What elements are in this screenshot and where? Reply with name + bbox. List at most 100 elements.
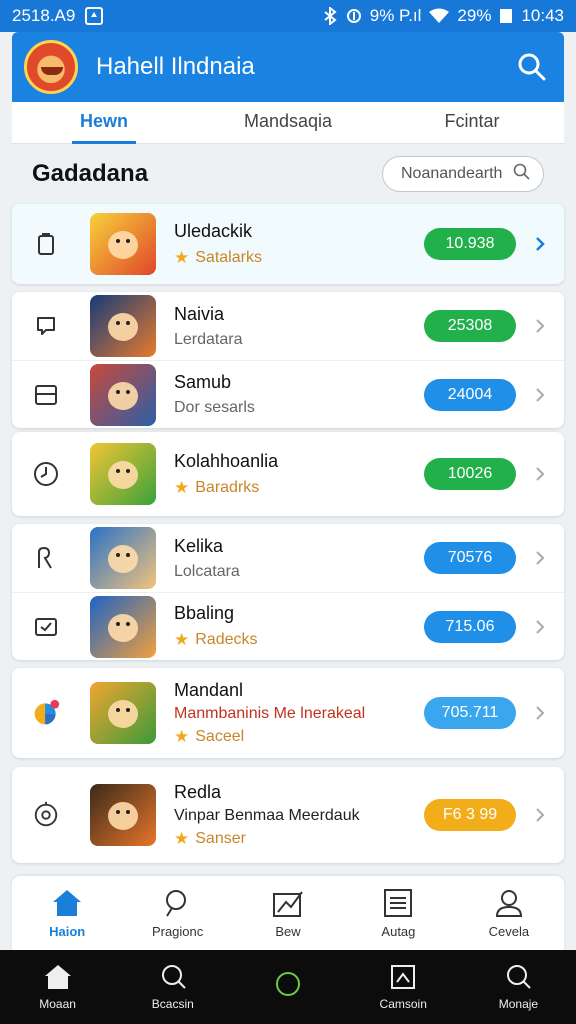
item-name: Kelika (174, 535, 224, 556)
chevron-right-icon[interactable] (532, 235, 548, 253)
nav-label: Autag (381, 923, 416, 939)
app-title: Hahell Ilndnaia (96, 53, 255, 80)
battery-percent: 29% (457, 6, 492, 25)
camera-icon (391, 965, 416, 989)
item-name: Redla (174, 781, 222, 802)
chart-icon (273, 890, 303, 917)
list-item[interactable]: Naivia Lerdatara 25308 (12, 292, 564, 360)
star-icon: ★ (174, 477, 190, 497)
avatar[interactable] (24, 40, 78, 94)
tab-bar: Hewn Mandsaqia Fcintar (12, 102, 564, 144)
chevron-right-icon[interactable] (532, 704, 548, 722)
system-nav-label: Bcacsin (151, 997, 194, 1011)
system-nav-home-circle[interactable] (230, 950, 345, 1024)
bluetooth-icon (322, 7, 338, 25)
list-card: Mandanl Manmbaninis Me lnerakeal ★ Saceel… (12, 668, 564, 758)
app-thumbnail (90, 295, 156, 357)
system-nav-search[interactable]: Bcacsin (115, 950, 230, 1024)
tab-fcintar[interactable]: Fcintar (380, 102, 564, 144)
item-name: Kolahhoanlia (174, 450, 279, 471)
notification-icon (85, 7, 104, 25)
item-subtitle: Radecks (195, 631, 258, 648)
item-name: Samub (174, 372, 232, 392)
nav-item-home[interactable]: Haion (12, 876, 122, 950)
search-button[interactable] (512, 47, 552, 87)
list-card: Redla Vinpar Benmaa Meerdauk ★ Sanser F6 … (12, 767, 564, 863)
bookmark-icon (32, 230, 60, 258)
system-nav-label: Camsoin (379, 997, 427, 1011)
search-icon (518, 53, 546, 81)
list-card: Kelika Lolcatara 70576 Bbaling ★ Radecks … (12, 524, 564, 660)
app-thumbnail (90, 682, 156, 744)
wifi-icon (429, 8, 450, 24)
system-navigation: Moaan Bcacsin Camsoin Monaje (0, 950, 576, 1024)
system-nav-label: Monaje (498, 997, 539, 1011)
app-thumbnail (90, 784, 156, 846)
value-pill[interactable]: 705.711 (424, 697, 516, 729)
item-name: Mandanl (174, 679, 244, 700)
app-header: Hahell Ilndnaia (12, 32, 564, 102)
chevron-right-icon[interactable] (532, 618, 548, 636)
value-pill[interactable]: 715.06 (424, 610, 516, 643)
search-icon (161, 965, 186, 989)
target-icon (32, 801, 60, 829)
star-icon: ★ (174, 726, 190, 746)
system-nav-home[interactable]: Moaan (0, 950, 115, 1024)
app-thumbnail (90, 595, 156, 658)
window-icon (32, 381, 60, 409)
tab-mandsaqia[interactable]: Mandsaqia (196, 102, 380, 144)
item-rating-label: Sanser (195, 829, 246, 847)
clock-icon (32, 460, 60, 488)
sync-icon (346, 8, 362, 24)
bottom-navigation: Haion Pragionc Bew Autag Cevela (12, 876, 564, 950)
chevron-right-icon[interactable] (532, 386, 548, 404)
value-pill[interactable]: 24004 (424, 378, 516, 411)
star-icon: ★ (174, 247, 190, 267)
battery-icon (499, 8, 513, 24)
item-subtitle: Satalarks (195, 248, 262, 266)
value-pill[interactable]: F6 3 99 (424, 799, 516, 831)
filter-placeholder: Noanandearth (401, 165, 503, 182)
list-item[interactable]: Uledackik ★ Satalarks 10.938 (12, 204, 564, 284)
star-icon: ★ (174, 828, 190, 848)
tab-hewn[interactable]: Hewn (12, 102, 196, 144)
value-pill[interactable]: 10026 (424, 458, 516, 490)
profile-icon (495, 889, 522, 917)
nav-item-chart[interactable]: Bew (233, 876, 343, 950)
nav-item-list[interactable]: Autag (343, 876, 453, 950)
app-thumbnail (90, 527, 156, 589)
home-icon (53, 889, 82, 916)
item-subtitle: Baradrks (195, 478, 260, 496)
value-pill[interactable]: 10.938 (424, 228, 516, 260)
nav-label: Bew (275, 923, 301, 939)
value-pill[interactable]: 70576 (424, 542, 516, 574)
system-nav-camera[interactable]: Camsoin (346, 950, 461, 1024)
chevron-right-icon[interactable] (532, 549, 548, 567)
list-item[interactable]: Bbaling ★ Radecks 715.06 (12, 592, 564, 660)
list-item[interactable]: Kolahhoanlia ★ Baradrks 10026 (12, 432, 564, 516)
list-item[interactable]: Kelika Lolcatara 70576 (12, 524, 564, 592)
status-time: 2518.A9 (12, 6, 76, 25)
list-item[interactable]: Redla Vinpar Benmaa Meerdauk ★ Sanser F6 … (12, 767, 564, 863)
item-subtitle: Vinpar Benmaa Meerdauk (174, 806, 360, 824)
filter-search-input[interactable]: Noanandearth (382, 156, 544, 192)
system-nav-label: Moaan (39, 997, 76, 1011)
nav-item-search[interactable]: Pragionc (122, 876, 232, 950)
item-subtitle: Dor sesarls (174, 399, 255, 416)
list-item[interactable]: Samub Dor sesarls 24004 (12, 360, 564, 428)
chevron-right-icon[interactable] (532, 465, 548, 483)
section-title: Gadadana (32, 160, 149, 187)
app-thumbnail (90, 443, 156, 505)
chevron-right-icon[interactable] (532, 806, 548, 824)
list-icon (384, 888, 413, 917)
nav-label: Cevela (488, 923, 530, 939)
item-name: Naivia (174, 303, 225, 324)
value-pill[interactable]: 25308 (424, 310, 516, 342)
system-nav-search-2[interactable]: Monaje (461, 950, 576, 1024)
list-card: Uledackik ★ Satalarks 10.938 (12, 204, 564, 284)
chevron-right-icon[interactable] (532, 317, 548, 335)
list-card: Naivia Lerdatara 25308 Samub Dor sesarls… (12, 292, 564, 428)
list-item[interactable]: Mandanl Manmbaninis Me lnerakeal ★ Saceel… (12, 668, 564, 758)
nav-item-profile[interactable]: Cevela (454, 876, 564, 950)
color-wheel-icon (32, 699, 60, 727)
